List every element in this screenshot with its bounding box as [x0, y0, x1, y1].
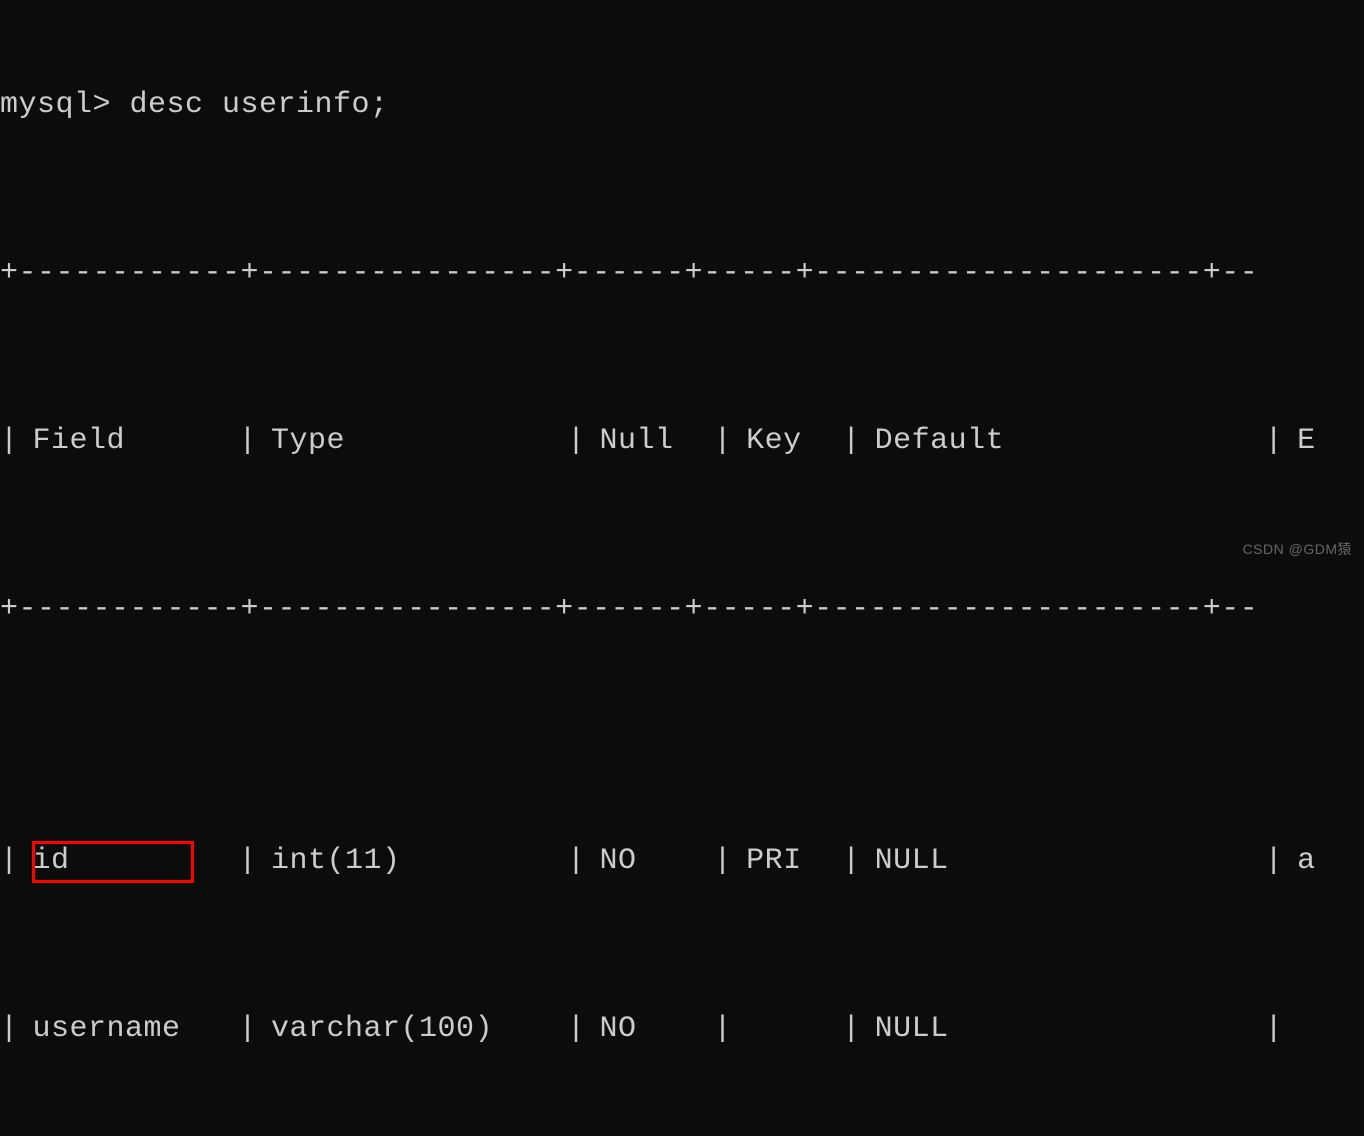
table-row: |id|int(11)|NO|PRI|NULL|a: [0, 840, 1364, 882]
cell-extra: [1283, 1008, 1343, 1050]
header-null: Null: [586, 420, 714, 462]
cell-default: NULL: [861, 1008, 1265, 1050]
cell-field: id: [19, 840, 239, 882]
header-field: Field: [19, 420, 239, 462]
cell-extra: a: [1283, 840, 1343, 882]
table-divider-top: +------------+----------------+------+--…: [0, 252, 1364, 294]
terminal-output: mysql> desc userinfo; +------------+----…: [0, 0, 1364, 1136]
cell-null: NO: [586, 1008, 714, 1050]
cell-null: NO: [586, 840, 714, 882]
table-divider-mid: +------------+----------------+------+--…: [0, 588, 1364, 630]
cell-type: varchar(100): [257, 1008, 567, 1050]
header-type: Type: [257, 420, 567, 462]
header-key: Key: [732, 420, 842, 462]
header-default: Default: [861, 420, 1265, 462]
cell-type: int(11): [257, 840, 567, 882]
mysql-prompt-line: mysql> desc userinfo;: [0, 84, 1364, 126]
watermark: CSDN @GDM猿: [1243, 540, 1352, 560]
cell-key: [732, 1008, 842, 1050]
cell-key: PRI: [732, 840, 842, 882]
cell-default: NULL: [861, 840, 1265, 882]
cell-field: username: [19, 1008, 239, 1050]
table-row: |username|varchar(100)|NO||NULL|: [0, 1008, 1364, 1050]
table-header-row: |Field|Type|Null|Key|Default|E: [0, 420, 1364, 462]
table-body: |id|int(11)|NO|PRI|NULL|a |username|varc…: [0, 756, 1364, 1136]
header-extra: E: [1283, 420, 1343, 462]
